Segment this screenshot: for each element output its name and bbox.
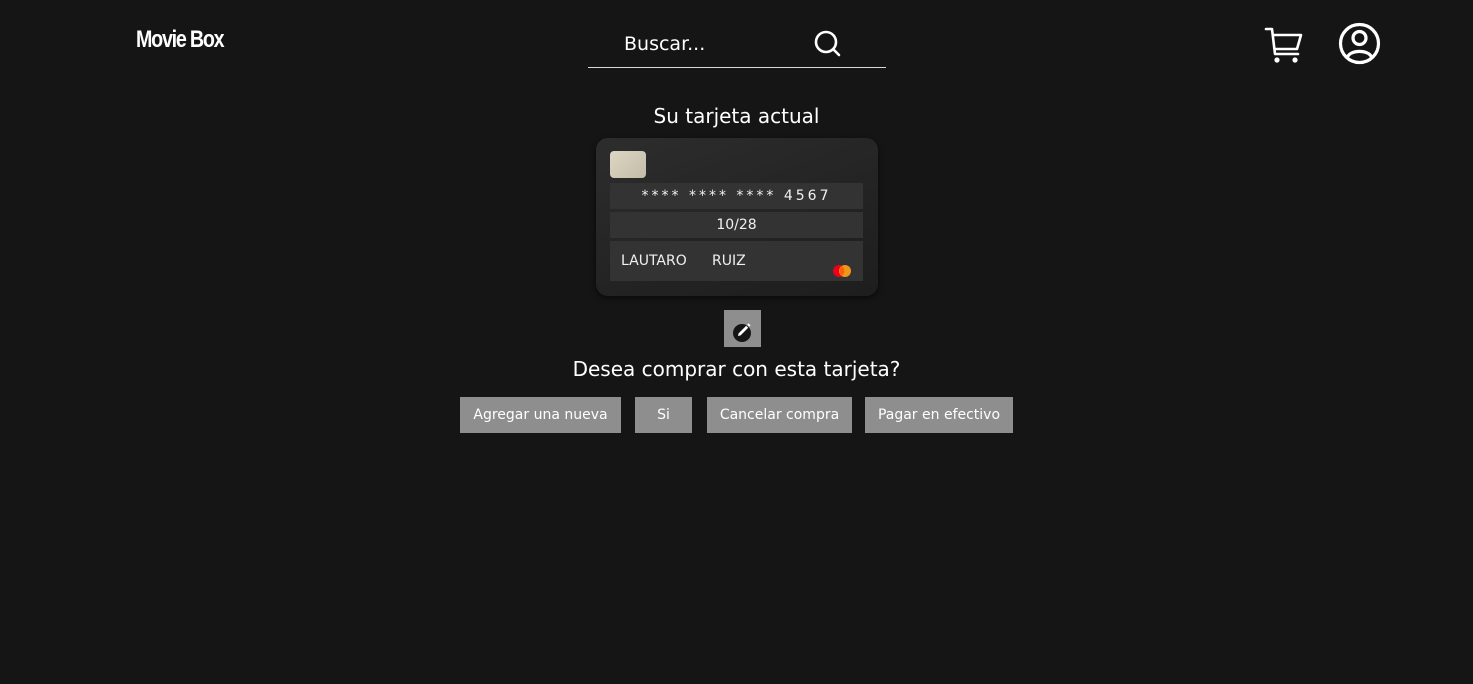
user-icon[interactable] — [1337, 21, 1382, 66]
card-number: **** **** **** 4567 — [610, 183, 863, 209]
edit-icon — [724, 320, 761, 344]
logo[interactable]: Movie Box — [136, 26, 225, 54]
purchase-question: Desea comprar con esta tarjeta? — [572, 357, 901, 381]
confirm-button[interactable]: Si — [635, 397, 692, 433]
mastercard-icon — [832, 254, 852, 277]
edit-card-button[interactable] — [724, 310, 761, 347]
pay-cash-button[interactable]: Pagar en efectivo — [865, 397, 1013, 433]
section-title: Su tarjeta actual — [653, 104, 820, 128]
cart-icon[interactable] — [1262, 24, 1304, 66]
cancel-purchase-button[interactable]: Cancelar compra — [707, 397, 852, 433]
search-input[interactable] — [588, 22, 808, 66]
card-chip — [610, 151, 646, 178]
card-holder-last-name: RUIZ — [712, 253, 746, 269]
search-icon[interactable] — [812, 28, 844, 60]
card-holder: LAUTARO RUIZ — [610, 241, 863, 281]
search-bar — [588, 22, 886, 68]
add-new-card-button[interactable]: Agregar una nueva — [460, 397, 621, 433]
header: Movie Box — [0, 0, 1473, 90]
card-holder-first-name: LAUTARO — [621, 253, 687, 269]
card-expiry: 10/28 — [610, 212, 863, 238]
credit-card: **** **** **** 4567 10/28 LAUTARO RUIZ — [596, 138, 878, 296]
